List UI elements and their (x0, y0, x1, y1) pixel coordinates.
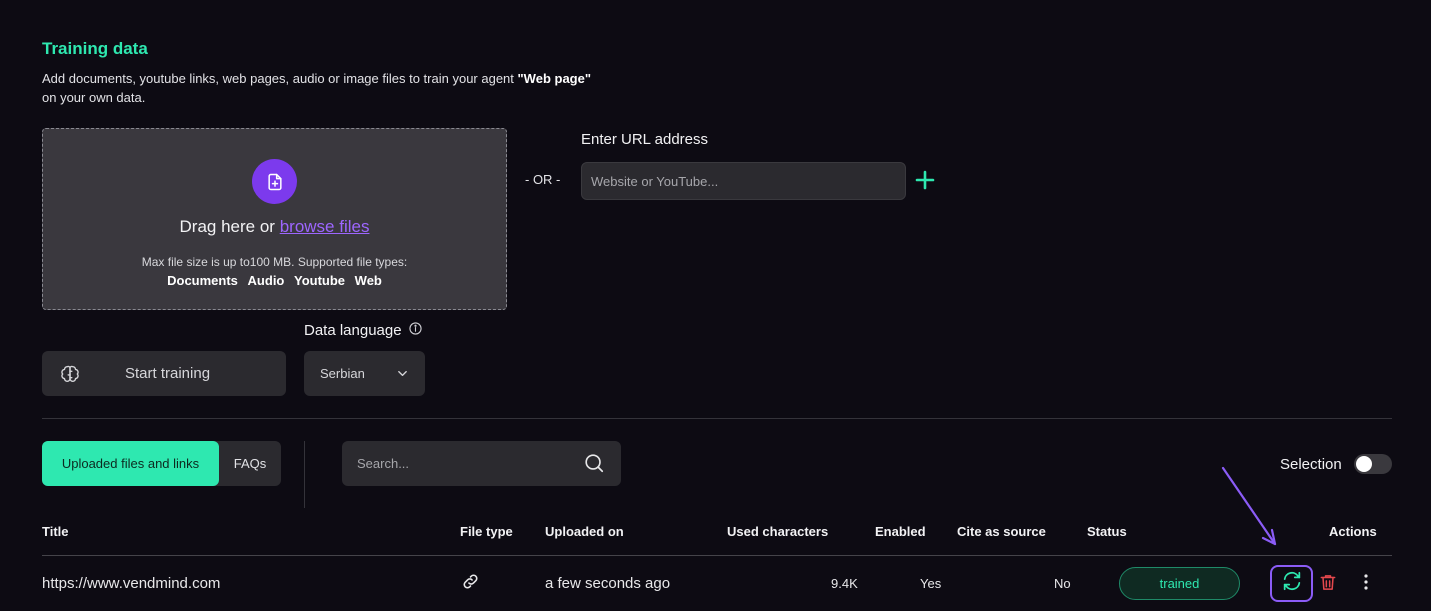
col-status: Status (1087, 524, 1127, 539)
type-web: Web (354, 273, 382, 288)
refresh-icon (1281, 570, 1303, 597)
col-uploaded-on: Uploaded on (545, 524, 624, 539)
type-youtube: Youtube (294, 273, 346, 288)
language-select[interactable]: Serbian (304, 351, 425, 396)
search-box (342, 441, 621, 486)
type-documents: Documents (167, 273, 238, 288)
col-file-type: File type (460, 524, 513, 539)
row-cite-as-source: No (1054, 576, 1071, 591)
max-file-size-text: Max file size is up to100 MB. Supported … (141, 255, 408, 269)
brain-icon (59, 363, 81, 390)
selection-toggle[interactable] (1354, 454, 1392, 474)
tab-uploaded-files[interactable]: Uploaded files and links (42, 441, 219, 486)
type-audio: Audio (247, 273, 285, 288)
file-dropzone[interactable]: Drag here or browse files Max file size … (42, 128, 507, 310)
row-title[interactable]: https://www.vendmind.com (42, 575, 220, 592)
row-uploaded-on: a few seconds ago (545, 575, 671, 592)
or-separator: - OR - (525, 172, 561, 187)
annotation-arrow-icon (1215, 462, 1285, 559)
chevron-down-icon (396, 367, 409, 385)
page-title: Training data (42, 39, 148, 58)
trash-icon[interactable] (1318, 572, 1338, 598)
col-enabled: Enabled (875, 524, 926, 539)
page-description: Add documents, youtube links, web pages,… (42, 71, 592, 105)
selection-label: Selection (1280, 456, 1342, 473)
url-label: Enter URL address (581, 131, 709, 148)
drag-text: Drag here or browse files (179, 217, 370, 236)
browse-files-link[interactable]: browse files (280, 217, 370, 236)
url-input[interactable] (581, 162, 906, 200)
row-used-characters: 9.4K (831, 576, 858, 591)
col-used-characters: Used characters (727, 524, 829, 539)
search-icon[interactable] (583, 452, 605, 479)
supported-types: Documents Audio Youtube Web (43, 273, 506, 288)
plus-icon[interactable] (914, 169, 936, 191)
col-actions: Actions (1329, 524, 1377, 539)
info-icon[interactable] (408, 322, 422, 339)
data-language-label: Data language (304, 322, 422, 339)
link-icon (461, 572, 480, 596)
section-divider (42, 418, 1392, 419)
retrain-button[interactable] (1270, 565, 1313, 602)
agent-name: "Web page" (517, 71, 592, 86)
more-vertical-icon[interactable] (1357, 572, 1375, 597)
search-input[interactable] (342, 441, 572, 486)
toggle-knob (1356, 456, 1372, 472)
start-training-label: Start training (125, 365, 211, 382)
status-badge: trained (1119, 567, 1240, 600)
start-training-button[interactable]: Start training (42, 351, 286, 396)
table-header-line (42, 555, 1392, 556)
col-title: Title (42, 524, 69, 539)
language-value: Serbian (320, 366, 365, 381)
file-upload-icon (252, 159, 297, 204)
col-cite-as-source: Cite as source (957, 524, 1046, 539)
vertical-divider (304, 441, 305, 508)
tab-faqs[interactable]: FAQs (219, 441, 281, 486)
row-enabled: Yes (920, 576, 942, 591)
